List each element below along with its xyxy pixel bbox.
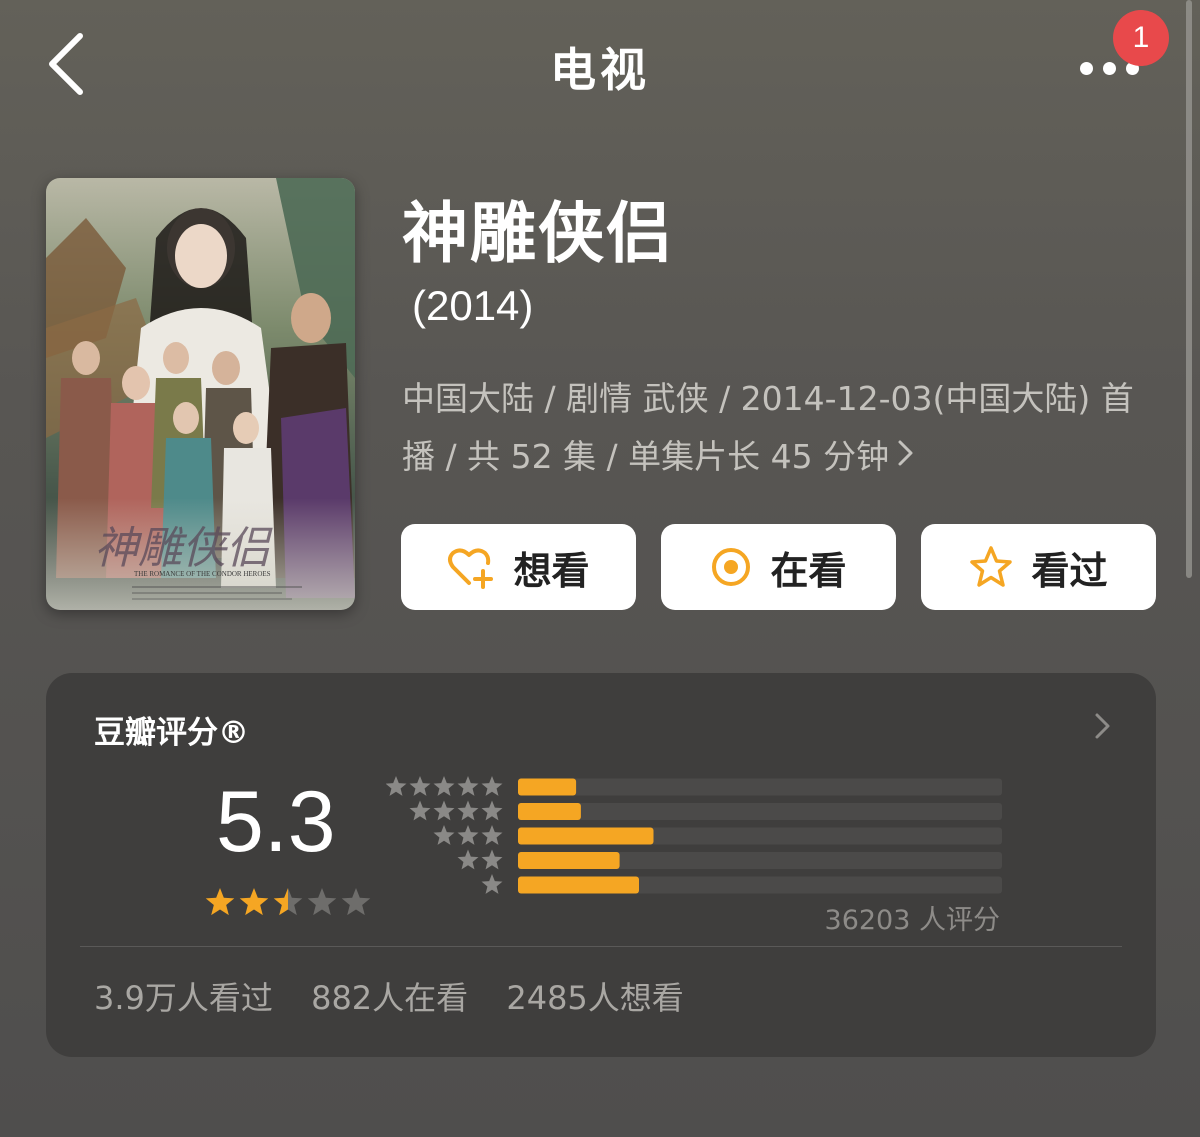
watched-button[interactable]: 看过 [921, 524, 1156, 610]
distribution-bar [518, 778, 577, 796]
distribution-label-star [433, 825, 455, 845]
distribution-label-star [481, 874, 503, 894]
distribution-label-star [409, 800, 431, 821]
want-to-watch-label: 想看 [513, 548, 590, 593]
watching-button[interactable]: 在看 [661, 524, 896, 610]
chevron-right-icon [1095, 713, 1110, 739]
distribution-label-star [433, 800, 455, 821]
distribution-bar [518, 852, 620, 869]
rating-stars [198, 883, 418, 927]
heart-plus-icon [448, 548, 494, 589]
score-star [341, 888, 371, 916]
rating-card: 豆瓣评分® 5.3 36203 人评分 3.9万人看过 882人在看 2485人… [46, 673, 1156, 1057]
target-icon [712, 548, 751, 586]
distribution-bar [518, 876, 639, 894]
show-title: 神雕侠侣 [402, 195, 674, 272]
distribution-label-star [433, 776, 455, 796]
distribution-label-star [481, 825, 503, 845]
scrollbar[interactable] [1186, 0, 1192, 578]
meta-text: 中国大陆 / 剧情 武侠 / 2014-12-03(中国大陆) 首播 / 共 5… [402, 379, 1134, 476]
star-outline-icon [970, 546, 1013, 587]
rating-count: 36203 人评分 [824, 905, 1000, 936]
distribution-track [518, 778, 1002, 796]
distribution-label-star [481, 800, 503, 821]
poster-english-title: THE ROMANCE OF THE CONDOR HEROES [134, 570, 271, 578]
watched-label: 看过 [1031, 548, 1108, 593]
watching-count: 882人在看 [311, 979, 469, 1017]
watched-count: 3.9万人看过 [94, 979, 273, 1017]
want-count: 2485人想看 [506, 979, 684, 1017]
distribution-label-star [457, 849, 479, 870]
poster-image[interactable]: 神雕侠侣 THE ROMANCE OF THE CONDOR HEROES [46, 178, 355, 610]
distribution-label-star [457, 825, 479, 845]
distribution-label-star [457, 776, 479, 796]
show-year: (2014) [412, 282, 534, 329]
notification-badge: 1 [1113, 10, 1169, 66]
poster-calligraphy-title: 神雕侠侣 [94, 523, 273, 574]
score-star [307, 888, 337, 916]
watching-label: 在看 [770, 548, 847, 593]
distribution-label-star [385, 776, 407, 796]
score-star [273, 888, 303, 916]
show-meta-info[interactable]: 中国大陆 / 剧情 武侠 / 2014-12-03(中国大陆) 首播 / 共 5… [402, 370, 1162, 488]
distribution-bar [518, 827, 654, 845]
top-navigation-bar: 电视 1 [0, 0, 1200, 130]
rating-distribution [385, 773, 1016, 913]
score-star [239, 888, 269, 916]
divider [80, 946, 1122, 947]
chevron-right-icon [895, 430, 917, 488]
rating-detail-link[interactable] [1092, 709, 1114, 747]
distribution-label-star [481, 849, 503, 870]
watch-stats: 3.9万人看过 882人在看 2485人想看 [94, 973, 712, 1019]
want-to-watch-button[interactable]: 想看 [401, 524, 636, 610]
rating-title: 豆瓣评分® [94, 715, 249, 751]
distribution-label-star [457, 800, 479, 821]
rating-score: 5.3 [216, 774, 336, 870]
distribution-track [518, 803, 1002, 820]
page-title: 电视 [550, 43, 650, 97]
distribution-label-star [409, 776, 431, 796]
distribution-label-star [481, 776, 503, 796]
score-star [205, 888, 235, 916]
distribution-bar [518, 803, 581, 820]
